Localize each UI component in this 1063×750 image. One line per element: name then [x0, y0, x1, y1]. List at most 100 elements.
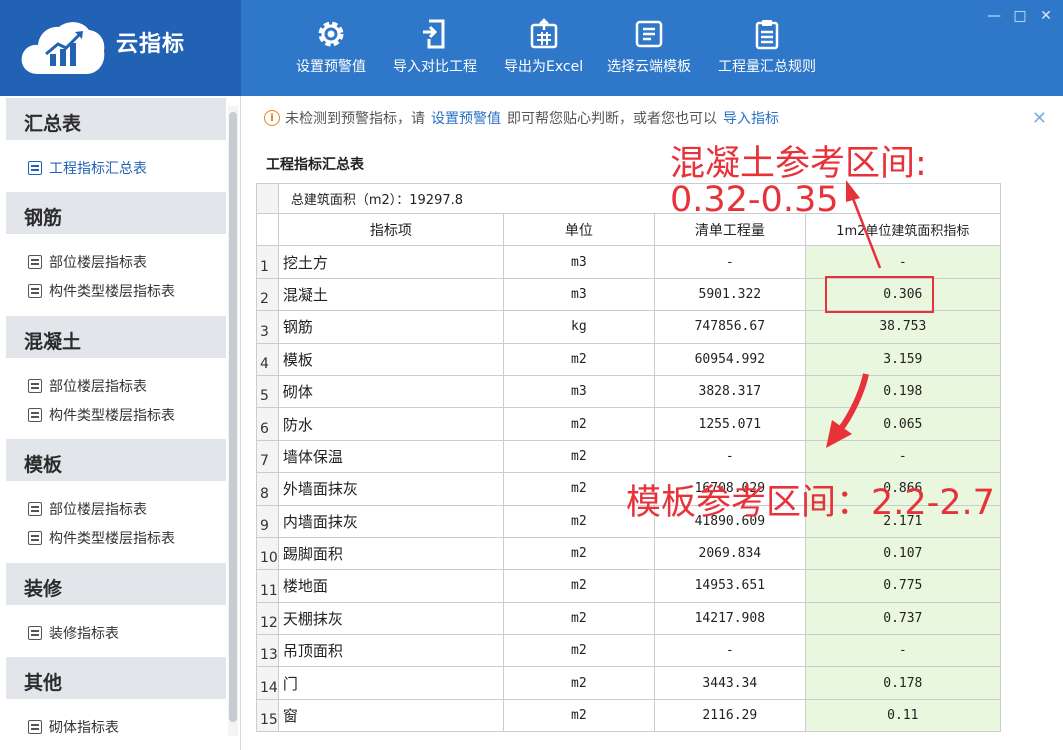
sidebar-item-formwork-floor[interactable]: 部位楼层指标表 [28, 499, 147, 519]
sidebar-item-label: 部位楼层指标表 [49, 379, 147, 395]
table-row[interactable]: 5 砌体 m3 3828.317 0.198 [256, 374, 1001, 409]
table-row[interactable]: 6 防水 m2 1255.071 0.065 [256, 407, 1001, 441]
gear-icon [318, 21, 344, 47]
sidebar-group-formwork[interactable]: 模板 [6, 439, 226, 481]
table-icon [28, 379, 42, 393]
sidebar-item-masonry[interactable]: 砌体指标表 [28, 717, 119, 737]
sidebar-scrollbar-thumb[interactable] [229, 112, 237, 722]
row-unit: m2 [502, 698, 655, 733]
row-item-name: 砌体 [277, 374, 504, 409]
sidebar-item-project-summary[interactable]: 工程指标汇总表 [28, 158, 147, 178]
row-indicator: 0.11 [804, 698, 1001, 733]
export-excel-icon [530, 18, 557, 49]
import-indicator-link[interactable]: 导入指标 [723, 108, 779, 128]
row-quantity: - [653, 634, 806, 668]
table-icon [28, 720, 42, 734]
row-item-name: 门 [277, 666, 504, 700]
row-indicator: 0.065 [804, 407, 1001, 441]
row-unit: m2 [502, 569, 655, 603]
row-indicator: - [804, 245, 1001, 279]
row-index: 6 [256, 407, 279, 441]
close-window-icon[interactable]: ✕ [1039, 8, 1053, 24]
row-unit: m2 [502, 342, 655, 376]
sidebar-item-concrete-component[interactable]: 构件类型楼层指标表 [28, 405, 175, 425]
total-area-label: 总建筑面积（m2）：19297.8 [277, 183, 1001, 214]
row-index: 11 [256, 569, 279, 603]
table-icon [28, 408, 42, 422]
table-row[interactable]: 3 钢筋 kg 747856.67 38.753 [256, 310, 1001, 344]
set-alert-link[interactable]: 设置预警值 [431, 108, 501, 128]
table-row[interactable]: 10 踢脚面积 m2 2069.834 0.107 [256, 536, 1001, 571]
row-index: 3 [256, 310, 279, 344]
sidebar-item-decoration[interactable]: 装修指标表 [28, 623, 119, 643]
column-header-item[interactable]: 指标项 [277, 212, 504, 247]
row-item-name: 钢筋 [277, 310, 504, 344]
sidebar-item-rebar-floor[interactable]: 部位楼层指标表 [28, 252, 147, 272]
row-indicator: - [804, 439, 1001, 474]
sidebar-item-formwork-component[interactable]: 构件类型楼层指标表 [28, 528, 175, 548]
sidebar-group-concrete[interactable]: 混凝土 [6, 316, 226, 358]
row-item-name: 天棚抹灰 [277, 601, 504, 636]
set-alert-button[interactable]: 设置预警值 [296, 18, 366, 82]
table-title: 工程指标汇总表 [266, 157, 364, 173]
clipboard-icon [755, 20, 779, 50]
row-unit: m2 [502, 407, 655, 441]
summary-rules-label: 工程量汇总规则 [718, 59, 816, 75]
sidebar-item-label: 工程指标汇总表 [49, 161, 147, 177]
notice-text-2: 即可帮您贴心判断，或者您也可以 [507, 111, 717, 127]
sidebar-group-summary[interactable]: 汇总表 [6, 98, 226, 140]
table-icon [28, 161, 42, 175]
table-row[interactable]: 1 挖土方 m3- - [256, 245, 1001, 279]
sidebar-item-label: 构件类型楼层指标表 [49, 284, 175, 300]
row-quantity: 3828.317 [653, 374, 806, 409]
maximize-icon[interactable]: □ [1013, 8, 1027, 24]
row-index: 14 [256, 666, 279, 700]
import-icon [423, 19, 445, 49]
row-index: 5 [256, 374, 279, 409]
table-row[interactable]: 4 模板 m2 60954.992 3.159 [256, 342, 1001, 376]
row-index: 8 [256, 472, 279, 506]
row-quantity: 5901.322 [653, 277, 806, 312]
summary-rules-button[interactable]: 工程量汇总规则 [718, 18, 816, 82]
export-excel-button[interactable]: 导出为Excel [504, 18, 583, 82]
row-item-name: 楼地面 [277, 569, 504, 603]
sidebar-item-label: 装修指标表 [49, 626, 119, 642]
notice-text-1: 未检测到预警指标，请 [285, 111, 425, 127]
sidebar-item-label: 构件类型楼层指标表 [49, 408, 175, 424]
sidebar-group-decoration[interactable]: 装修 [6, 563, 226, 605]
table-row[interactable]: 12 天棚抹灰 m2 14217.908 0.737 [256, 601, 1001, 636]
app-title: 云指标 [116, 32, 186, 57]
concrete-range-annotation-line1: 混凝土参考区间: [670, 144, 927, 184]
row-index: 10 [256, 536, 279, 571]
row-quantity: 60954.992 [653, 342, 806, 376]
table-row[interactable]: 14 门 m2 3443.34 0.178 [256, 666, 1001, 700]
column-header-unit[interactable]: 单位 [502, 212, 655, 247]
cloud-template-button[interactable]: 选择云端模板 [607, 18, 691, 82]
cloud-logo-icon [21, 22, 105, 74]
row-quantity: 2069.834 [653, 536, 806, 571]
import-compare-button[interactable]: 导入对比工程 [393, 18, 477, 82]
sidebar-group-rebar[interactable]: 钢筋 [6, 192, 226, 234]
set-alert-label: 设置预警值 [296, 59, 366, 75]
sidebar-item-label: 砌体指标表 [49, 720, 119, 736]
sidebar-group-other[interactable]: 其他 [6, 657, 226, 699]
row-item-name: 墙体保温 [277, 439, 504, 474]
close-notice-icon[interactable]: ✕ [1032, 108, 1047, 129]
logo-area: 云指标 [0, 0, 241, 96]
sidebar-item-rebar-component[interactable]: 构件类型楼层指标表 [28, 281, 175, 301]
row-item-name: 防水 [277, 407, 504, 441]
table-icon [28, 502, 42, 516]
row-unit: m2 [502, 634, 655, 668]
row-indicator: 38.753 [804, 310, 1001, 344]
row-quantity: 14953.651 [653, 569, 806, 603]
table-row[interactable]: 11 楼地面 m2 14953.651 0.775 [256, 569, 1001, 603]
sidebar-item-concrete-floor[interactable]: 部位楼层指标表 [28, 376, 147, 396]
table-icon [28, 626, 42, 640]
table-row[interactable]: 15 窗 m2 2116.29 0.11 [256, 698, 1001, 733]
row-index: 2 [256, 277, 279, 312]
row-indicator: 0.737 [804, 601, 1001, 636]
table-row[interactable]: 7 墙体保温 m2- - [256, 439, 1001, 474]
minimize-icon[interactable]: — [987, 8, 1001, 24]
row-unit: m3 [502, 374, 655, 409]
table-row[interactable]: 13 吊顶面积 m2- - [256, 634, 1001, 668]
